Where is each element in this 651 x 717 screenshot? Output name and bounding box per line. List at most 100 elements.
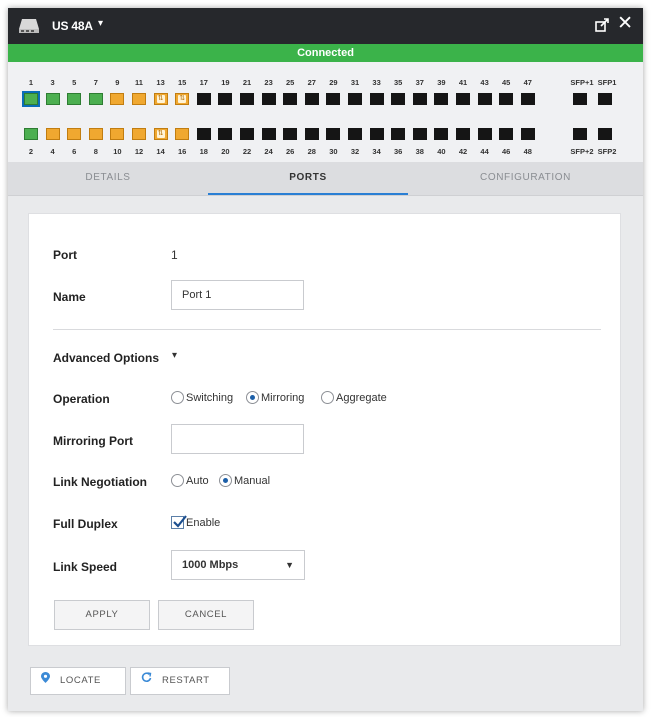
port-number-label: 28 bbox=[307, 147, 316, 156]
port-31-button[interactable] bbox=[348, 93, 362, 105]
port-34-button[interactable] bbox=[369, 128, 384, 140]
tab-bar: DETAILS PORTS CONFIGURATION bbox=[8, 162, 643, 196]
port-48-button[interactable] bbox=[520, 128, 535, 140]
port-label: Port bbox=[53, 248, 77, 262]
port-5-button[interactable] bbox=[67, 93, 82, 105]
port-number-label: 22 bbox=[242, 147, 252, 156]
port-13-button[interactable]: ⇅ bbox=[153, 93, 168, 105]
port-23-button[interactable] bbox=[261, 93, 276, 105]
radio-label: Mirroring bbox=[261, 391, 305, 404]
port-number-label: 35 bbox=[394, 78, 403, 87]
port-27-button[interactable] bbox=[304, 93, 319, 105]
sfp-port-label: SFP1 bbox=[597, 78, 617, 87]
port-number-label: 1 bbox=[28, 78, 34, 87]
port-number-label: 37 bbox=[415, 78, 424, 87]
operation-aggregate-radio[interactable]: Aggregate bbox=[321, 391, 387, 404]
sfp-port-label: SFP+1 bbox=[570, 78, 594, 87]
full-duplex-checkbox[interactable]: Enable bbox=[171, 515, 220, 529]
port-number-label: 41 bbox=[458, 78, 468, 87]
port-17-button[interactable] bbox=[196, 93, 211, 105]
port-32-button[interactable] bbox=[348, 128, 362, 140]
port-number-label: 10 bbox=[113, 147, 122, 156]
apply-button[interactable]: APPLY bbox=[54, 600, 150, 630]
port-19-button[interactable] bbox=[218, 93, 233, 105]
operation-switching-radio[interactable]: Switching bbox=[171, 391, 233, 404]
sfp-port-button[interactable] bbox=[573, 93, 587, 105]
radio-icon bbox=[171, 474, 184, 487]
port-9-button[interactable] bbox=[110, 93, 125, 105]
port-45-button[interactable] bbox=[499, 93, 514, 105]
port-number-label: 42 bbox=[458, 147, 468, 156]
port-number-label: 16 bbox=[178, 147, 187, 156]
port-number-label: 34 bbox=[372, 147, 381, 156]
advanced-options-label[interactable]: Advanced Options bbox=[53, 351, 159, 365]
port-18-button[interactable] bbox=[196, 128, 211, 140]
port-16-button[interactable] bbox=[175, 128, 190, 140]
port-11-button[interactable] bbox=[132, 93, 146, 105]
close-icon[interactable]: ✕ bbox=[617, 14, 633, 34]
port-1-button[interactable] bbox=[22, 91, 40, 107]
port-35-button[interactable] bbox=[391, 93, 406, 105]
port-24-button[interactable] bbox=[261, 128, 276, 140]
location-pin-icon bbox=[41, 668, 50, 694]
port-number-label: 39 bbox=[437, 78, 446, 87]
port-36-button[interactable] bbox=[391, 128, 406, 140]
port-14-button[interactable]: ⇅ bbox=[153, 128, 168, 140]
port-39-button[interactable] bbox=[434, 93, 449, 105]
port-12-button[interactable] bbox=[132, 128, 146, 140]
port-2-button[interactable] bbox=[24, 128, 38, 140]
cancel-button[interactable]: CANCEL bbox=[158, 600, 254, 630]
port-21-button[interactable] bbox=[240, 93, 254, 105]
tab-details[interactable]: DETAILS bbox=[8, 162, 208, 196]
device-dropdown-icon[interactable]: ▾ bbox=[98, 18, 103, 29]
link-speed-label: Link Speed bbox=[53, 560, 118, 574]
sfp-port-button[interactable] bbox=[598, 128, 612, 140]
port-value: 1 bbox=[171, 248, 178, 262]
port-3-button[interactable] bbox=[45, 93, 60, 105]
port-8-button[interactable] bbox=[88, 128, 103, 140]
port-20-button[interactable] bbox=[218, 128, 233, 140]
port-42-button[interactable] bbox=[456, 128, 470, 140]
operation-mirroring-radio[interactable]: Mirroring bbox=[246, 391, 304, 404]
port-number-label: 29 bbox=[329, 78, 338, 87]
port-7-button[interactable] bbox=[88, 93, 103, 105]
port-43-button[interactable] bbox=[477, 93, 492, 105]
port-40-button[interactable] bbox=[434, 128, 449, 140]
port-33-button[interactable] bbox=[369, 93, 384, 105]
port-link-icon: ⇅ bbox=[156, 130, 165, 138]
link-speed-select[interactable]: 1000 Mbps ▼ bbox=[171, 550, 305, 580]
port-25-button[interactable] bbox=[283, 93, 298, 105]
restart-button[interactable]: RESTART bbox=[130, 667, 230, 695]
port-4-button[interactable] bbox=[45, 128, 60, 140]
radio-icon bbox=[321, 391, 334, 404]
device-name[interactable]: US 48A bbox=[52, 19, 93, 33]
advanced-options-caret-icon[interactable]: ▾ bbox=[172, 350, 177, 361]
locate-button[interactable]: LOCATE bbox=[30, 667, 126, 695]
link-negotiation-auto-radio[interactable]: Auto bbox=[171, 474, 209, 487]
sfp-port-button[interactable] bbox=[598, 93, 612, 105]
port-47-button[interactable] bbox=[520, 93, 535, 105]
port-22-button[interactable] bbox=[240, 128, 254, 140]
locate-label: LOCATE bbox=[60, 675, 101, 686]
mirroring-port-input[interactable] bbox=[171, 424, 304, 454]
port-29-button[interactable] bbox=[326, 93, 341, 105]
port-15-button[interactable]: ⇅ bbox=[175, 93, 190, 105]
port-30-button[interactable] bbox=[326, 128, 341, 140]
link-negotiation-manual-radio[interactable]: Manual bbox=[219, 474, 270, 487]
port-number-label: 44 bbox=[480, 147, 489, 156]
tab-configuration[interactable]: CONFIGURATION bbox=[408, 162, 643, 196]
name-input[interactable]: Port 1 bbox=[171, 280, 304, 310]
port-10-button[interactable] bbox=[110, 128, 125, 140]
port-6-button[interactable] bbox=[67, 128, 82, 140]
popout-icon[interactable] bbox=[595, 18, 609, 32]
port-37-button[interactable] bbox=[412, 93, 427, 105]
tab-ports[interactable]: PORTS bbox=[208, 162, 408, 196]
port-28-button[interactable] bbox=[304, 128, 319, 140]
port-38-button[interactable] bbox=[412, 128, 427, 140]
port-number-label: 17 bbox=[199, 78, 208, 87]
port-44-button[interactable] bbox=[477, 128, 492, 140]
port-26-button[interactable] bbox=[283, 128, 298, 140]
port-41-button[interactable] bbox=[456, 93, 470, 105]
port-46-button[interactable] bbox=[499, 128, 514, 140]
sfp-port-button[interactable] bbox=[573, 128, 587, 140]
